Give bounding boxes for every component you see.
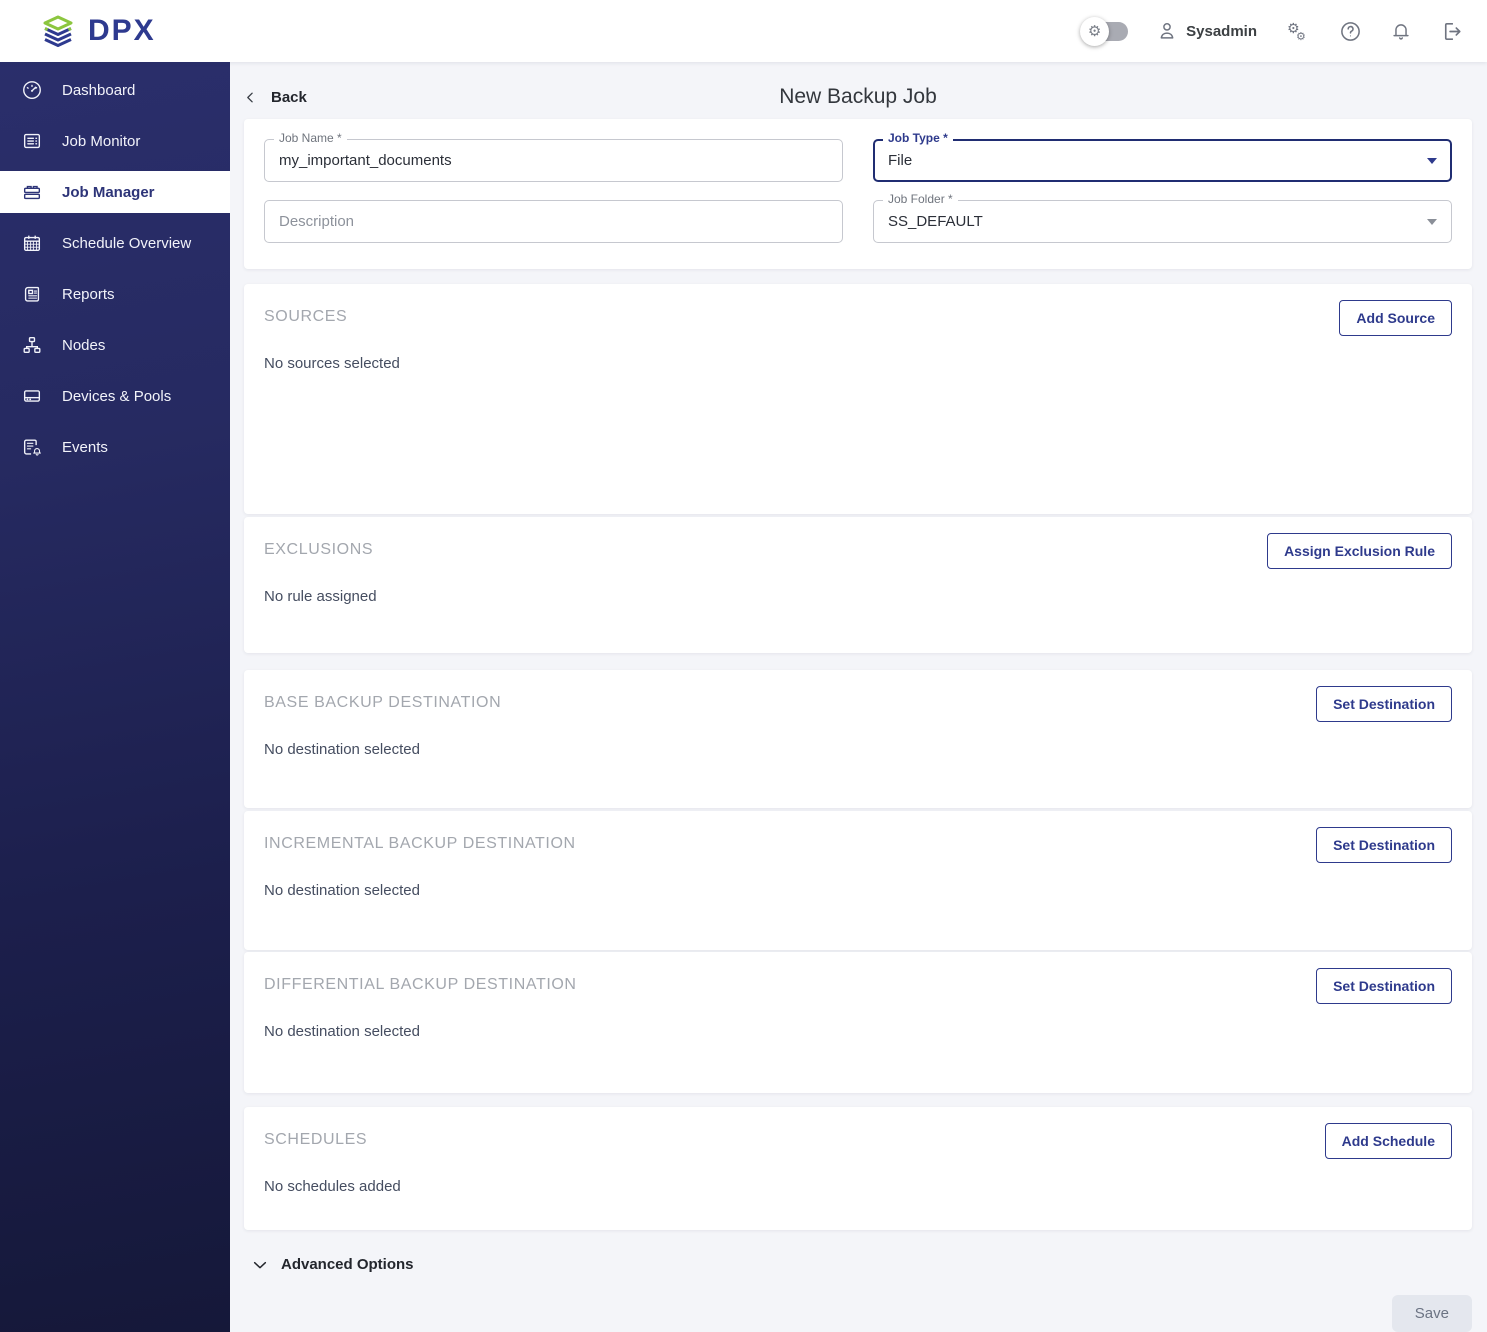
save-row: Save <box>244 1295 1472 1332</box>
job-details-card: Job Name * Job Type * File Job Folder * … <box>244 119 1472 269</box>
save-button[interactable]: Save <box>1391 1295 1472 1332</box>
set-differential-destination-button[interactable]: Set Destination <box>1316 968 1452 1004</box>
dropdown-caret-icon <box>1427 157 1437 164</box>
dpx-stack-logo-icon <box>43 15 73 47</box>
svg-text:⚙: ⚙ <box>1296 30 1306 43</box>
sidebar-item-devices-pools[interactable]: Devices & Pools <box>0 375 230 417</box>
assign-exclusion-rule-button[interactable]: Assign Exclusion Rule <box>1267 533 1452 569</box>
logo-text: DPX <box>88 14 156 47</box>
job-type-select[interactable]: File <box>873 139 1452 182</box>
description-input[interactable] <box>264 200 843 243</box>
theme-toggle[interactable]: ⚙ <box>1080 16 1129 46</box>
sidebar-item-job-manager[interactable]: Job Manager <box>0 171 230 213</box>
chevron-down-icon <box>253 1261 267 1268</box>
devices-pools-icon <box>21 385 43 407</box>
chevron-left-icon <box>247 92 253 102</box>
sources-section: SOURCES Add Source No sources selected <box>244 284 1472 514</box>
schedules-title: SCHEDULES <box>264 1131 368 1148</box>
incremental-destination-title: INCREMENTAL BACKUP DESTINATION <box>264 835 576 852</box>
exclusions-title: EXCLUSIONS <box>264 541 374 558</box>
advanced-options-toggle[interactable]: Advanced Options <box>252 1256 1472 1273</box>
job-folder-value: SS_DEFAULT <box>888 213 983 230</box>
sidebar-item-label: Schedule Overview <box>62 234 192 252</box>
toggle-gear-icon: ⚙ <box>1080 16 1110 46</box>
schedules-empty-text: No schedules added <box>264 1178 401 1195</box>
sidebar-item-label: Reports <box>62 285 115 303</box>
job-name-label: Job Name * <box>274 131 347 146</box>
header-actions: ⚙ Sysadmin ⚙ ⚙ <box>1080 16 1463 46</box>
sidebar-item-dashboard[interactable]: Dashboard <box>0 69 230 111</box>
sources-empty-text: No sources selected <box>264 355 400 372</box>
differential-destination-empty-text: No destination selected <box>264 1023 420 1040</box>
back-button[interactable]: Back <box>244 89 307 106</box>
settings-gears-icon[interactable]: ⚙ ⚙ <box>1285 18 1311 44</box>
job-type-value: File <box>888 152 913 169</box>
sidebar-item-label: Nodes <box>62 336 106 354</box>
sidebar-item-job-monitor[interactable]: Job Monitor <box>0 120 230 162</box>
sidebar-item-events[interactable]: Events <box>0 426 230 468</box>
user-menu[interactable]: Sysadmin <box>1156 20 1257 42</box>
base-destination-title: BASE BACKUP DESTINATION <box>264 694 502 711</box>
incremental-destination-empty-text: No destination selected <box>264 882 420 899</box>
differential-backup-destination-section: DIFFERENTIAL BACKUP DESTINATION Set Dest… <box>244 952 1472 1093</box>
sidebar-nav: Dashboard Job Monitor Job Manager Schedu… <box>0 62 230 1332</box>
set-base-destination-button[interactable]: Set Destination <box>1316 686 1452 722</box>
base-backup-destination-section: BASE BACKUP DESTINATION Set Destination … <box>244 670 1472 808</box>
base-destination-empty-text: No destination selected <box>264 741 420 758</box>
dropdown-caret-icon <box>1427 218 1437 225</box>
user-icon <box>1156 20 1178 42</box>
set-incremental-destination-button[interactable]: Set Destination <box>1316 827 1452 863</box>
incremental-backup-destination-section: INCREMENTAL BACKUP DESTINATION Set Desti… <box>244 811 1472 950</box>
sidebar-item-label: Job Manager <box>62 183 155 201</box>
dpx-logo: DPX <box>38 11 156 51</box>
page-title: New Backup Job <box>779 85 937 108</box>
user-name: Sysadmin <box>1186 22 1257 40</box>
job-name-field-wrap: Job Name * <box>264 131 843 182</box>
exclusions-section: EXCLUSIONS Assign Exclusion Rule No rule… <box>244 517 1472 653</box>
add-schedule-button[interactable]: Add Schedule <box>1324 1123 1452 1159</box>
sidebar-item-label: Job Monitor <box>62 132 141 150</box>
logout-icon[interactable] <box>1440 20 1463 43</box>
sidebar-item-label: Dashboard <box>62 81 136 99</box>
sources-title: SOURCES <box>264 308 348 325</box>
job-folder-field-wrap: Job Folder * SS_DEFAULT <box>873 192 1452 243</box>
job-type-field-wrap: Job Type * File <box>873 131 1452 182</box>
schedules-section: SCHEDULES Add Schedule No schedules adde… <box>244 1107 1472 1230</box>
sidebar-item-label: Devices & Pools <box>62 387 172 405</box>
page-header: Back New Backup Job <box>244 75 1472 119</box>
sidebar-item-nodes[interactable]: Nodes <box>0 324 230 366</box>
sidebar-item-label: Events <box>62 438 108 456</box>
description-field-wrap <box>264 200 843 243</box>
help-icon[interactable] <box>1339 20 1362 43</box>
top-header: DPX ⚙ Sysadmin ⚙ ⚙ <box>0 0 1487 62</box>
notifications-bell-icon[interactable] <box>1390 20 1412 42</box>
job-type-label: Job Type * <box>883 131 953 146</box>
events-icon <box>21 436 43 458</box>
nodes-icon <box>21 334 43 356</box>
job-name-input[interactable] <box>264 139 843 182</box>
add-source-button[interactable]: Add Source <box>1339 300 1452 336</box>
exclusions-empty-text: No rule assigned <box>264 588 377 605</box>
reports-icon <box>21 283 43 305</box>
dashboard-gauge-icon <box>21 79 43 101</box>
job-folder-select[interactable]: SS_DEFAULT <box>873 200 1452 243</box>
back-label: Back <box>271 88 307 106</box>
main-content: Back New Backup Job Job Name * Job Type … <box>230 62 1487 1332</box>
calendar-icon <box>21 232 43 254</box>
job-manager-icon <box>21 181 43 203</box>
sidebar-item-schedule-overview[interactable]: Schedule Overview <box>0 222 230 264</box>
job-monitor-list-icon <box>21 130 43 152</box>
job-folder-label: Job Folder * <box>883 192 958 207</box>
sidebar-item-reports[interactable]: Reports <box>0 273 230 315</box>
differential-destination-title: DIFFERENTIAL BACKUP DESTINATION <box>264 976 577 993</box>
advanced-options-label: Advanced Options <box>281 1256 414 1273</box>
